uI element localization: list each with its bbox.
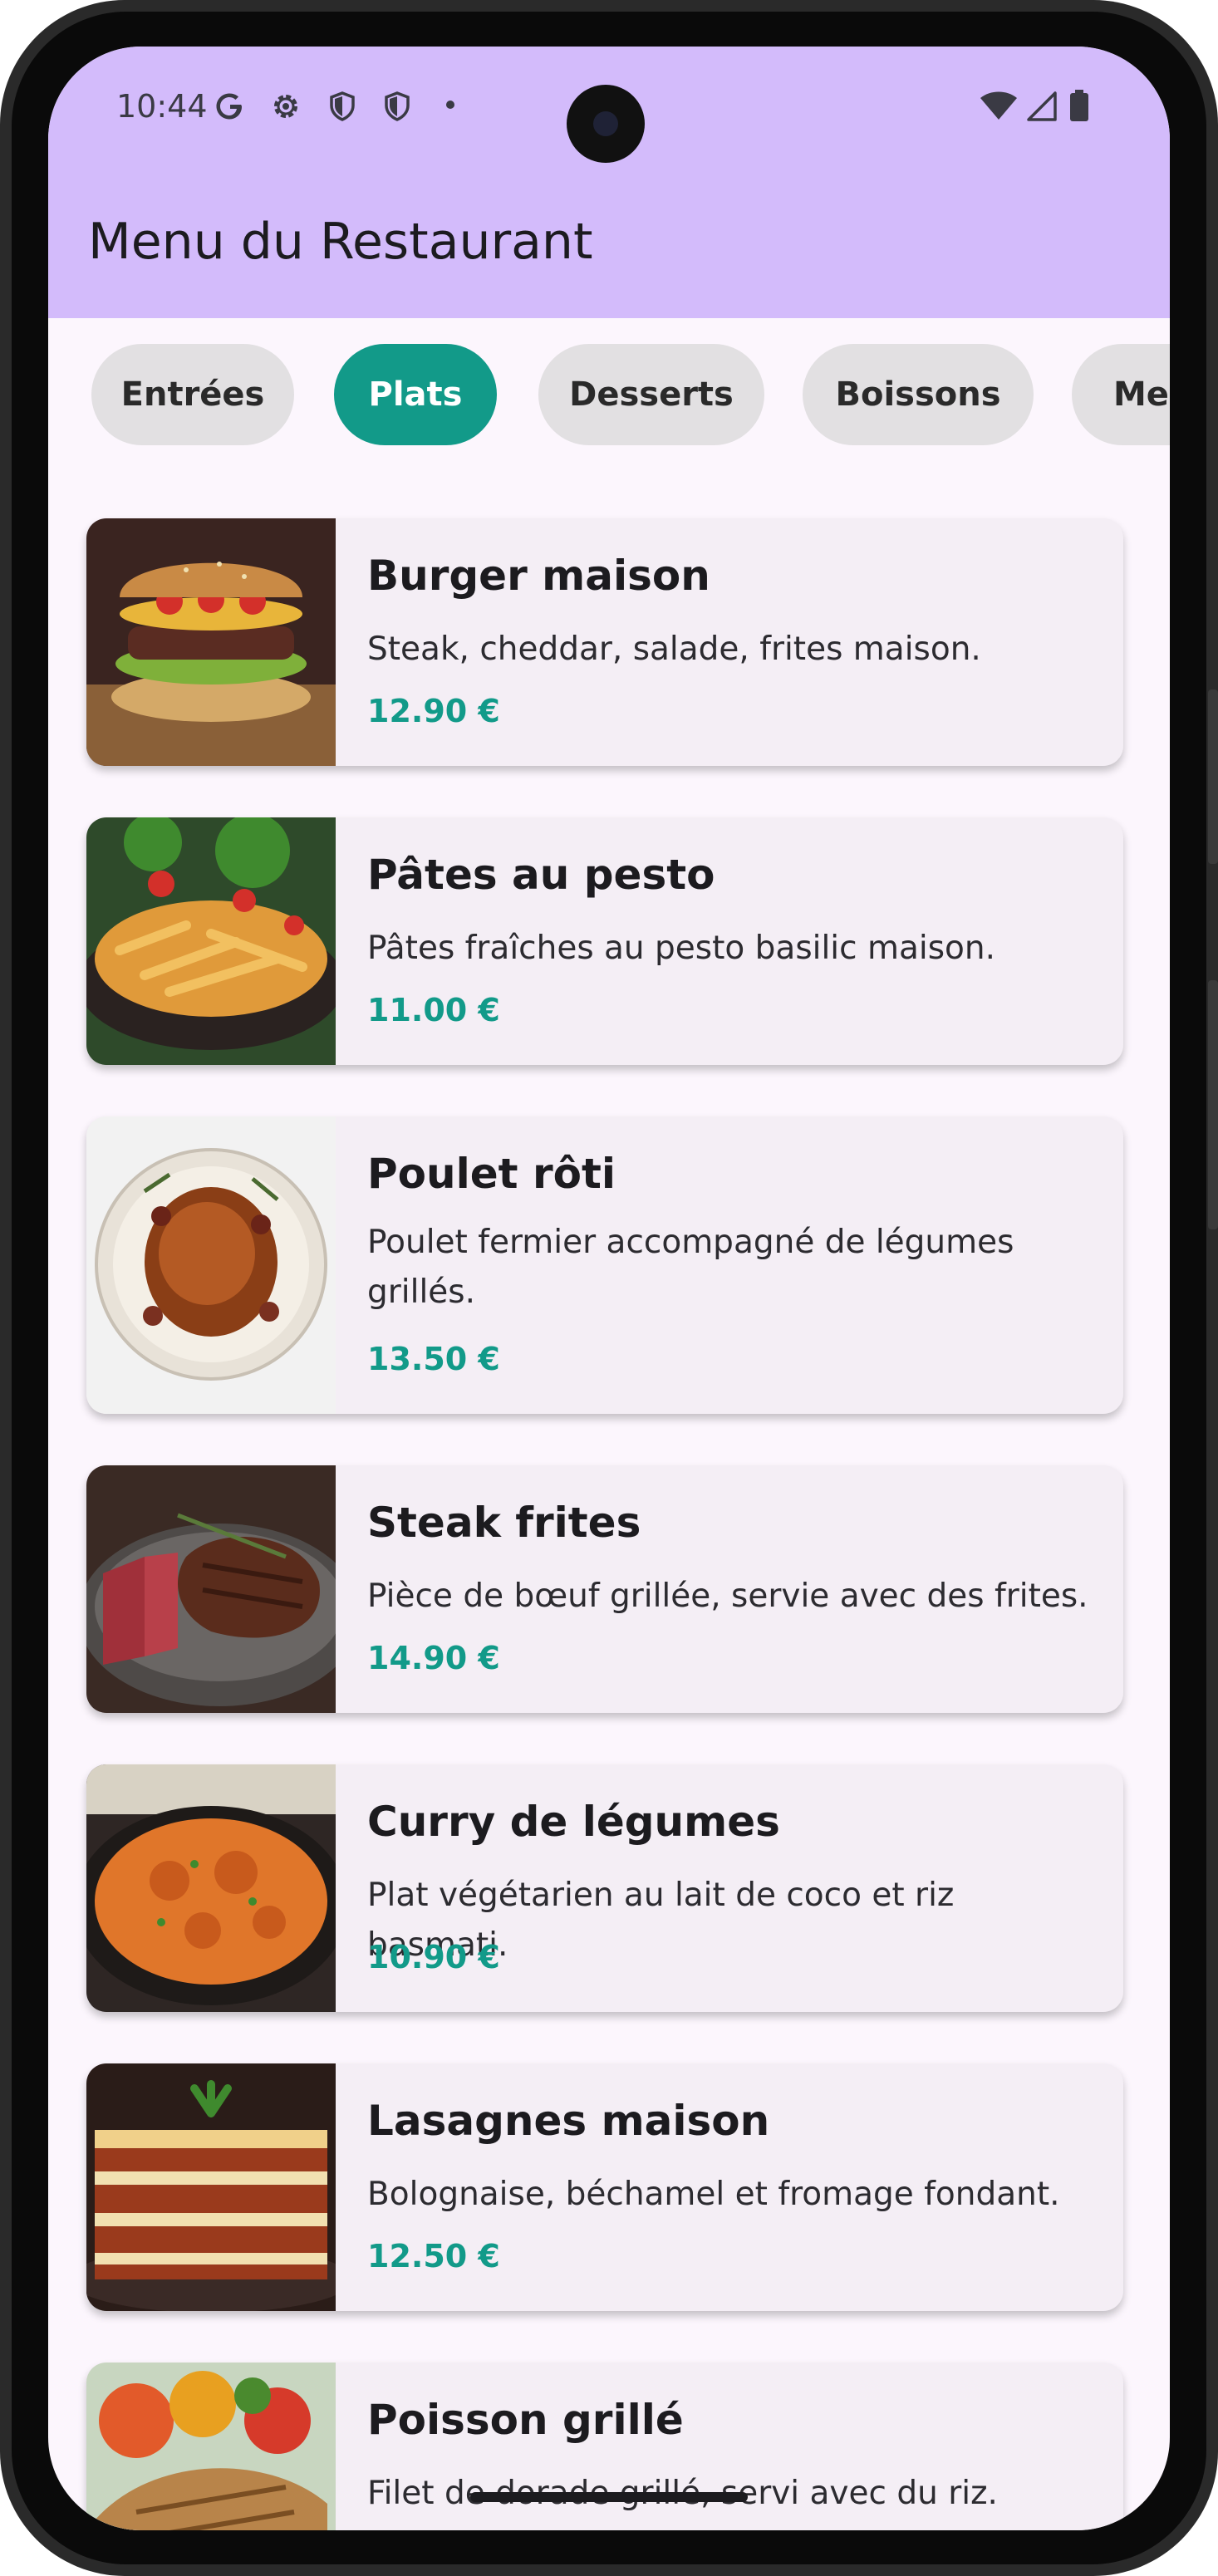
tab-boissons[interactable]: Boissons xyxy=(803,344,1034,445)
power-button xyxy=(1208,689,1218,864)
roast-chicken-image xyxy=(86,1116,336,1414)
dish-description: Pâtes fraîches au pesto basilic maison. xyxy=(367,930,996,967)
dish-description: Bolognaise, béchamel et fromage fondant. xyxy=(367,2176,1060,2213)
volume-button xyxy=(1208,980,1218,1229)
tab-label: Boissons xyxy=(835,375,1001,414)
dish-name: Burger maison xyxy=(367,552,710,600)
phone-frame: 10:44 Menu du Restaurant Entrées Plats D… xyxy=(0,0,1218,2576)
grilled-fish-image xyxy=(86,2363,336,2530)
tab-plats[interactable]: Plats xyxy=(334,344,497,445)
dish-price: 12.50 € xyxy=(367,2238,500,2274)
settings-icon xyxy=(274,95,297,118)
wifi-icon xyxy=(980,91,1017,120)
status-time: 10:44 xyxy=(116,88,208,125)
dish-name: Poulet rôti xyxy=(367,1150,616,1198)
dish-card[interactable]: Poisson grillé Filet de dorade grillé, s… xyxy=(86,2363,1123,2530)
dish-price: 12.90 € xyxy=(367,693,500,729)
burger-image xyxy=(86,518,336,766)
tab-label: Plats xyxy=(368,375,463,414)
tab-menus[interactable]: Me xyxy=(1072,344,1170,445)
dish-card[interactable]: Poulet rôti Poulet fermier accompagné de… xyxy=(86,1116,1123,1414)
tab-label: Me xyxy=(1113,375,1169,414)
shield-icon xyxy=(330,91,355,121)
page-title: Menu du Restaurant xyxy=(88,213,593,271)
dish-description: Pièce de bœuf grillée, servie avec des f… xyxy=(367,1577,1088,1615)
lasagna-image xyxy=(86,2063,336,2311)
pasta-image xyxy=(86,817,336,1065)
dish-name: Poisson grillé xyxy=(367,2396,684,2444)
steak-image xyxy=(86,1465,336,1713)
dish-description: Poulet fermier accompagné de légumes gri… xyxy=(367,1224,1014,1311)
dish-card[interactable]: Lasagnes maison Bolognaise, béchamel et … xyxy=(86,2063,1123,2311)
dish-price: 11.00 € xyxy=(367,992,500,1028)
dish-price: 13.50 € xyxy=(367,1341,500,1377)
dish-price: 10.90 € xyxy=(367,1939,500,1975)
dish-card[interactable]: Pâtes au pesto Pâtes fraîches au pesto b… xyxy=(86,817,1123,1065)
dish-card[interactable]: Steak frites Pièce de bœuf grillée, serv… xyxy=(86,1465,1123,1713)
shield-icon xyxy=(385,91,410,121)
dish-description: Steak, cheddar, salade, frites maison. xyxy=(367,631,981,668)
tab-label: Entrées xyxy=(120,375,265,414)
dish-name: Lasagnes maison xyxy=(367,2097,770,2145)
screen: 10:44 Menu du Restaurant Entrées Plats D… xyxy=(48,47,1170,2530)
category-tabs: Entrées Plats Desserts Boissons Me xyxy=(48,344,1170,447)
tab-entrees[interactable]: Entrées xyxy=(91,344,294,445)
curry-image xyxy=(86,1764,336,2012)
dish-name: Steak frites xyxy=(367,1499,641,1547)
front-camera xyxy=(567,85,645,163)
dot-icon xyxy=(446,101,454,109)
status-bar: 10:44 xyxy=(48,47,1170,163)
dish-name: Curry de légumes xyxy=(367,1798,780,1846)
dish-card[interactable]: Curry de légumes Plat végétarien au lait… xyxy=(86,1764,1123,2012)
tab-desserts[interactable]: Desserts xyxy=(538,344,764,445)
battery-icon xyxy=(1070,90,1088,121)
tab-label: Desserts xyxy=(569,375,734,414)
dish-card[interactable]: Burger maison Steak, cheddar, salade, fr… xyxy=(86,518,1123,766)
dish-price: 14.90 € xyxy=(367,1640,500,1676)
google-icon xyxy=(216,93,242,120)
dish-name: Pâtes au pesto xyxy=(367,851,715,899)
app-bar: 10:44 Menu du Restaurant xyxy=(48,47,1170,318)
gesture-home-bar[interactable] xyxy=(470,2492,748,2502)
signal-icon xyxy=(1027,91,1057,121)
